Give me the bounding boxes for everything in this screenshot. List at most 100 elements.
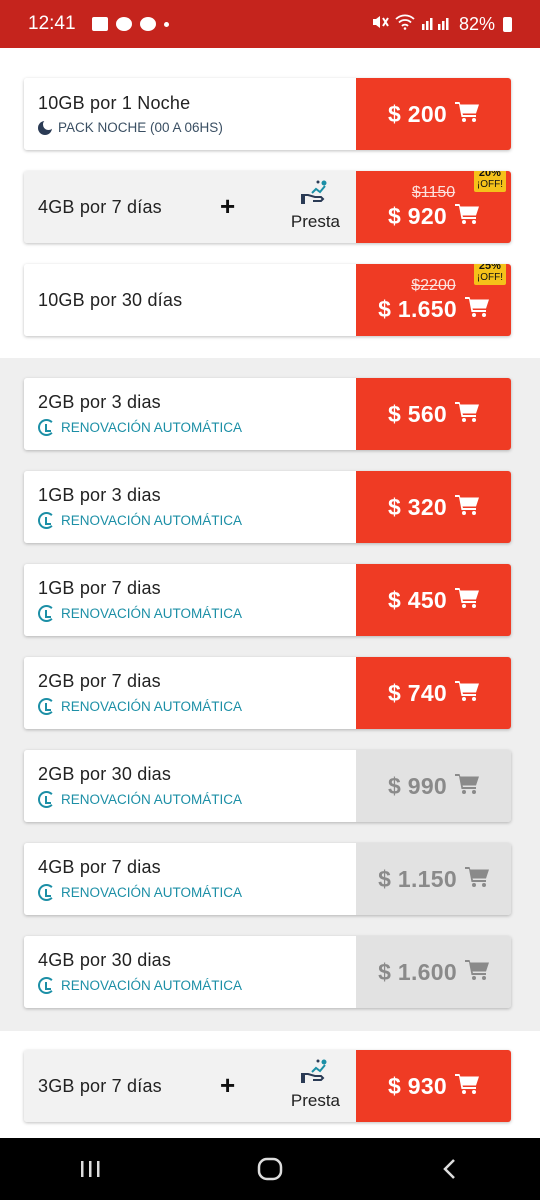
pack-title: 4GB por 30 dias <box>38 950 172 970</box>
pack-title: 10GB por 1 Noche <box>38 93 191 113</box>
cart-icon <box>455 101 480 128</box>
price: $ 930 <box>387 1072 448 1099</box>
pack-noche-card[interactable]: 10GB por 1 Noche PACK NOCHE (00 A 06HS) … <box>24 78 511 150</box>
auto-renew-section: 2GB por 3 dias RENOVACIÓN AUTOMÁTICA $ 56… <box>0 358 540 1031</box>
auto-pack-card[interactable]: 2GB por 3 dias RENOVACIÓN AUTOMÁTICA $ 56… <box>24 378 511 450</box>
moon-icon <box>38 118 54 135</box>
pack-info: 3GB por 7 días + Presta <box>24 1050 356 1122</box>
pack-subtitle-row: PACK NOCHE (00 A 06HS) <box>38 118 342 135</box>
status-time: 12:41 <box>28 13 76 34</box>
plus-sign: + <box>220 1070 236 1100</box>
renew-label: RENOVACIÓN AUTOMÁTICA <box>61 885 243 900</box>
cart-icon <box>464 959 489 986</box>
cart-icon <box>455 494 480 521</box>
pack-info: 10GB por 30 días <box>24 264 356 336</box>
buy-button[interactable]: $ 740 <box>356 657 511 729</box>
bottom-combo-section: 3GB por 7 días + Presta $ 930 <box>0 1031 540 1138</box>
status-bar: 12:41 82% <box>0 0 540 48</box>
gallery-icon <box>91 17 108 31</box>
buy-button[interactable]: $ 320 <box>356 471 511 543</box>
cart-icon <box>455 773 480 800</box>
wifi-icon <box>395 14 415 35</box>
auto-pack-card[interactable]: 2GB por 30 dias RENOVACIÓN AUTOMÁTICA $ 9… <box>24 750 511 822</box>
buy-button[interactable]: $ 930 <box>356 1050 511 1122</box>
recent-apps-button[interactable] <box>60 1149 120 1189</box>
auto-pack-card[interactable]: 4GB por 30 dias RENOVACIÓN AUTOMÁTICA $ 1… <box>24 936 511 1008</box>
auto-pack-card[interactable]: 1GB por 7 dias RENOVACIÓN AUTOMÁTICA $ 45… <box>24 564 511 636</box>
cart-icon <box>455 203 480 230</box>
more-notifications-icon <box>163 21 169 27</box>
price: $ 450 <box>387 586 448 613</box>
system-nav-bar <box>0 1138 540 1200</box>
presta-icon <box>300 1058 330 1089</box>
auto-renew-icon <box>38 884 55 901</box>
buy-button-disabled[interactable]: $ 1.600 <box>356 936 511 1008</box>
auto-renew-icon <box>38 512 55 529</box>
discount-badge: 20% ¡OFF! <box>473 171 506 192</box>
battery-percent: 82% <box>458 13 495 34</box>
auto-pack-card[interactable]: 4GB por 7 dias RENOVACIÓN AUTOMÁTICA $ 1.… <box>24 843 511 915</box>
renew-label: RENOVACIÓN AUTOMÁTICA <box>61 606 243 621</box>
old-price: $1150 <box>411 184 456 201</box>
auto-renew-icon <box>38 419 55 436</box>
presta-addon: Presta <box>291 1058 340 1111</box>
buy-button[interactable]: $ 560 <box>356 378 511 450</box>
pack-subtitle: PACK NOCHE (00 A 06HS) <box>58 120 223 135</box>
cart-icon <box>455 680 480 707</box>
cart-icon <box>455 401 480 428</box>
pack-title: 1GB por 3 dias <box>38 485 161 505</box>
price: $ 740 <box>387 679 448 706</box>
renew-label: RENOVACIÓN AUTOMÁTICA <box>61 420 243 435</box>
badge-percent: 20% <box>478 171 501 179</box>
pack-title: 10GB por 30 días <box>38 289 183 310</box>
price: $ 560 <box>387 400 448 427</box>
auto-renew-icon <box>38 977 55 994</box>
plus-sign: + <box>220 191 236 221</box>
auto-pack-card[interactable]: 2GB por 7 dias RENOVACIÓN AUTOMÁTICA $ 74… <box>24 657 511 729</box>
badge-off: ¡OFF! <box>476 179 503 190</box>
combo-card[interactable]: 3GB por 7 días + Presta $ 930 <box>24 1050 511 1122</box>
badge-off: ¡OFF! <box>476 272 503 283</box>
mute-icon <box>371 14 389 35</box>
auto-renew-icon <box>38 605 55 622</box>
promo-section: 10GB por 1 Noche PACK NOCHE (00 A 06HS) … <box>0 48 540 358</box>
presta-icon <box>300 179 330 210</box>
cart-icon <box>455 587 480 614</box>
discount-badge: 25% ¡OFF! <box>473 264 506 285</box>
price: $ 1.600 <box>378 958 457 985</box>
buy-button-disabled[interactable]: $ 1.150 <box>356 843 511 915</box>
home-button[interactable] <box>240 1149 300 1189</box>
renew-label: RENOVACIÓN AUTOMÁTICA <box>61 978 243 993</box>
buy-button[interactable]: $2200 $ 1.650 25% ¡OFF! <box>356 264 511 336</box>
pack-title: 2GB por 30 dias <box>38 764 172 784</box>
auto-renew-icon <box>38 698 55 715</box>
auto-pack-card[interactable]: 1GB por 3 dias RENOVACIÓN AUTOMÁTICA $ 32… <box>24 471 511 543</box>
promo-30-card[interactable]: 10GB por 30 días $2200 $ 1.650 25% ¡OFF! <box>24 264 511 336</box>
app-notification-icon <box>139 17 156 31</box>
renew-label: RENOVACIÓN AUTOMÁTICA <box>61 699 243 714</box>
pack-title: 2GB por 3 dias <box>38 392 161 412</box>
price: $ 320 <box>387 493 448 520</box>
cart-icon <box>464 866 489 893</box>
buy-button[interactable]: $ 450 <box>356 564 511 636</box>
cart-icon <box>464 296 489 323</box>
pack-title: 2GB por 7 dias <box>38 671 161 691</box>
signal-icon <box>421 14 453 35</box>
pack-title: 1GB por 7 dias <box>38 578 161 598</box>
chat-icon <box>115 17 132 31</box>
old-price: $2200 <box>411 277 456 294</box>
combo-card[interactable]: 4GB por 7 días + Presta $1150 $ 920 20% … <box>24 171 511 243</box>
buy-button-disabled[interactable]: $ 990 <box>356 750 511 822</box>
badge-percent: 25% <box>478 264 501 272</box>
price: $ 1.150 <box>378 865 457 892</box>
price: $ 1.650 <box>378 296 457 322</box>
pack-title: 4GB por 7 dias <box>38 857 161 877</box>
renew-label: RENOVACIÓN AUTOMÁTICA <box>61 792 243 807</box>
buy-button[interactable]: $1150 $ 920 20% ¡OFF! <box>356 171 511 243</box>
back-button[interactable] <box>420 1149 480 1189</box>
price: $ 200 <box>387 100 448 127</box>
pack-info: 10GB por 1 Noche PACK NOCHE (00 A 06HS) <box>24 78 356 150</box>
cart-icon <box>455 1073 480 1100</box>
presta-label: Presta <box>290 1091 340 1110</box>
buy-button[interactable]: $ 200 <box>356 78 511 150</box>
